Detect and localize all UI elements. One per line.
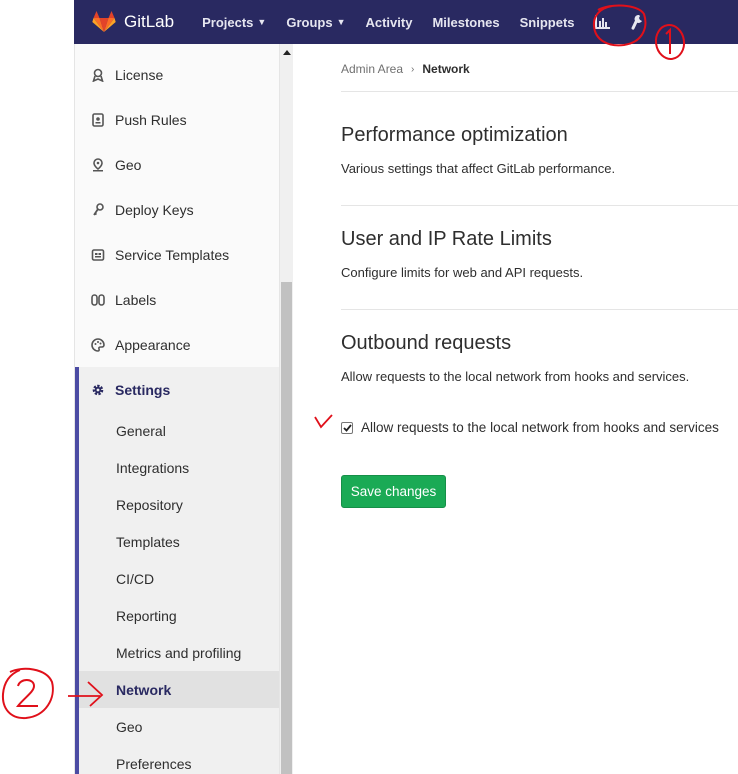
- gitlab-logo-link[interactable]: GitLab: [92, 11, 174, 33]
- nav-projects-label: Projects: [202, 14, 254, 30]
- section-title-rate-limits: User and IP Rate Limits: [341, 228, 552, 250]
- template-icon: [90, 247, 106, 263]
- sidebar-item-label: Appearance: [115, 336, 191, 353]
- settings-subitem-ci-cd[interactable]: CI/CD: [79, 560, 279, 597]
- section-desc-performance: Various settings that affect GitLab perf…: [341, 161, 616, 176]
- sidebar-item-label: Labels: [115, 291, 157, 308]
- settings-subitem-reporting[interactable]: Reporting: [79, 597, 279, 634]
- label-icon: [90, 292, 106, 308]
- nav-activity[interactable]: Activity: [365, 15, 412, 30]
- checkmark-icon: [342, 423, 352, 432]
- sidebar-item-labels[interactable]: Labels: [75, 277, 279, 322]
- settings-subitem-network[interactable]: Network: [79, 671, 279, 708]
- nav-groups-label: Groups: [286, 14, 333, 30]
- nav-milestones-label: Milestones: [432, 14, 500, 30]
- chevron-down-icon: ▼: [336, 17, 346, 27]
- sidebar-item-settings[interactable]: Settings: [75, 367, 279, 412]
- brand-name: GitLab: [124, 12, 175, 31]
- sidebar-item-label: Settings: [115, 381, 171, 398]
- sidebar-item-push-rules[interactable]: Push Rules: [75, 97, 279, 142]
- settings-subitem-general[interactable]: General: [79, 412, 279, 449]
- sidebar-item-appearance[interactable]: Appearance: [75, 322, 279, 367]
- nav-projects[interactable]: Projects ▼: [202, 15, 266, 30]
- chevron-down-icon: ▼: [257, 17, 267, 27]
- sidebar-item-label: License: [115, 66, 164, 83]
- breadcrumb: Admin Area › Network: [341, 62, 470, 76]
- sidebar-item-label: Push Rules: [115, 111, 187, 128]
- key-icon: [90, 202, 106, 218]
- divider: [341, 205, 738, 206]
- chevron-right-icon: ›: [411, 63, 415, 75]
- sidebar-item-label: Deploy Keys: [115, 201, 194, 218]
- gitlab-logo-icon: [92, 11, 116, 32]
- sidebar-scrollbar[interactable]: [280, 44, 293, 774]
- settings-subitem-preferences[interactable]: Preferences: [79, 745, 279, 774]
- top-navbar: GitLab Projects ▼ Groups ▼ Activity Mile…: [74, 0, 738, 44]
- sidebar-item-label: Service Templates: [115, 246, 230, 263]
- sidebar-item-deploy-keys[interactable]: Deploy Keys: [75, 187, 279, 232]
- location-icon: [90, 157, 106, 173]
- sidebar-item-license[interactable]: License: [75, 52, 279, 97]
- section-title-performance: Performance optimization: [341, 124, 568, 146]
- nav-snippets[interactable]: Snippets: [520, 15, 575, 30]
- settings-subitem-metrics[interactable]: Metrics and profiling: [79, 634, 279, 671]
- annotation-check-mark: [314, 414, 333, 429]
- settings-subitem-templates[interactable]: Templates: [79, 523, 279, 560]
- settings-subitem-integrations[interactable]: Integrations: [79, 449, 279, 486]
- palette-icon: [90, 337, 106, 353]
- annotation-number-two: [1, 667, 54, 720]
- wrench-icon: [631, 14, 642, 30]
- nav-milestones[interactable]: Milestones: [432, 15, 499, 30]
- breadcrumb-current[interactable]: Network: [422, 62, 469, 76]
- scroll-up-arrow-icon[interactable]: [283, 50, 291, 55]
- divider: [341, 309, 738, 310]
- push-rules-icon: [90, 112, 106, 128]
- sidebar-item-service-templates[interactable]: Service Templates: [75, 232, 279, 277]
- section-desc-rate-limits: Configure limits for web and API request…: [341, 265, 584, 280]
- scrollbar-thumb[interactable]: [281, 282, 292, 774]
- breadcrumb-admin-area-link[interactable]: Admin Area: [341, 62, 403, 76]
- admin-sidebar: License Push Rules Geo Deploy Keys Servi…: [74, 44, 280, 774]
- allow-local-requests-label[interactable]: Allow requests to the local network from…: [361, 420, 719, 435]
- sidebar-item-label: Geo: [115, 156, 142, 173]
- gear-icon: [90, 382, 106, 398]
- divider: [341, 91, 738, 92]
- section-title-outbound: Outbound requests: [341, 332, 512, 354]
- settings-subitem-geo[interactable]: Geo: [79, 708, 279, 745]
- nav-admin-wrench-button[interactable]: [630, 14, 644, 30]
- sidebar-item-geo[interactable]: Geo: [75, 142, 279, 187]
- allow-local-requests-row[interactable]: Allow requests to the local network from…: [341, 420, 719, 435]
- section-desc-outbound: Allow requests to the local network from…: [341, 369, 690, 384]
- nav-activity-label: Activity: [365, 14, 413, 30]
- nav-chart-button[interactable]: [594, 15, 610, 29]
- nav-snippets-label: Snippets: [519, 14, 575, 30]
- nav-groups[interactable]: Groups ▼: [286, 15, 345, 30]
- allow-local-requests-checkbox[interactable]: [341, 421, 353, 434]
- settings-subitem-repository[interactable]: Repository: [79, 486, 279, 523]
- license-icon: [90, 67, 106, 83]
- chart-icon: [594, 15, 610, 29]
- save-changes-button[interactable]: Save changes: [341, 475, 446, 508]
